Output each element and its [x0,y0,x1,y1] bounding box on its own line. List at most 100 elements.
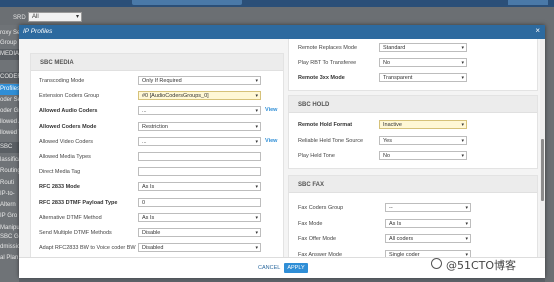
section-header: SBC FAX [289,176,537,193]
field-select[interactable]: No ▾ [379,151,467,160]
field-select[interactable]: -- ▾ [385,203,471,212]
field-label: Remote 3xx Mode [298,75,345,81]
dialog-body: SBC MEDIA Transcoding Mode Only If Requir… [19,39,545,257]
field-select[interactable]: All coders ▾ [385,234,471,243]
sidebar-item[interactable]: Altern [0,200,19,211]
field-select[interactable]: Restriction ▾ [138,121,261,131]
field-value: Disable [142,230,161,236]
view-link[interactable]: View [265,138,277,144]
navigation-sidebar: dia Reroxy SetGroupMEDIACODERSProfilesod… [0,25,19,282]
chevron-down-icon: ▾ [255,230,258,236]
field-select[interactable]: Standard ▾ [379,43,467,52]
field-label: Alternative DTMF Method [39,214,102,221]
sidebar-item[interactable]: Group [0,38,19,49]
section-title: SBC MEDIA [40,60,74,66]
dialog-title: IP Profiles [23,28,53,35]
chevron-down-icon: ▾ [465,205,468,211]
view-link[interactable]: View [265,107,277,113]
field-value: Restriction [142,123,168,130]
field-select[interactable]: #0 [AudioCodersGroups_0] ▾ [138,91,261,101]
field-select[interactable]: Transparent ▾ [379,73,467,82]
close-icon[interactable]: × [535,27,540,35]
sidebar-item[interactable]: oder Se [0,95,19,106]
chevron-down-icon: ▾ [461,75,464,81]
field-select[interactable]: Only If Required ▾ [138,76,261,85]
field-select[interactable]: Yes ▾ [379,135,467,145]
watermark-text: @51CTO博客 [446,259,517,272]
field-label: Play RBT To Transferee [298,60,357,66]
section-header: SBC MEDIA [31,54,283,71]
watermark: @51CTO博客 [431,256,551,276]
chevron-down-icon: ▾ [255,78,258,84]
field-select[interactable]: As Is ▾ [138,212,261,222]
field-select[interactable]: ... ▾ [138,106,261,116]
sidebar-section-header: MEDIA [0,49,19,60]
field-value: #0 [AudioCodersGroups_0] [142,93,209,100]
chevron-down-icon: ▾ [461,122,464,128]
sidebar-item[interactable]: Profiles [0,84,19,95]
scrollbar-thumb[interactable] [541,139,544,201]
sidebar-section-header: SBC [0,142,19,153]
sbc-fax-section: SBC FAX Fax Coders Group -- ▾ Fax Mode As Is… [288,175,538,257]
product-logo [132,0,242,5]
srd-filter-select[interactable]: All ▾ [28,12,82,22]
field-value: As Is [142,214,155,221]
sidebar-item[interactable]: llowed A [0,117,19,128]
field-label: Allowed Video Coders [39,138,94,145]
user-menu[interactable] [508,0,548,5]
field-label: Extension Coders Group [39,93,100,100]
sidebar-item[interactable]: Routi [0,178,19,189]
chevron-down-icon: ▾ [461,45,464,51]
section-header: SBC HOLD [289,96,537,113]
field-label: Direct Media Tag [39,169,81,176]
field-value: ... [142,108,147,115]
chevron-down-icon: ▾ [255,108,258,115]
ip-profiles-dialog: IP Profiles × SBC MEDIA Transcoding Mode… [19,25,545,278]
field-value: -- [389,205,393,211]
dialog-header: IP Profiles × [19,25,545,39]
section-title: SBC HOLD [298,102,330,108]
cancel-button[interactable]: CANCEL [258,263,280,273]
sidebar-item[interactable]: IP Gro [0,211,19,222]
chevron-down-icon: ▾ [465,220,468,227]
sidebar-item[interactable]: oder Gr [0,106,19,117]
field-value: 0 [142,199,146,206]
field-label: Transcoding Mode [39,78,85,84]
watermark-logo-icon [431,258,442,269]
srd-filter-label: SRD [13,15,26,21]
apply-button[interactable]: APPLY [284,263,308,273]
sidebar-item[interactable]: llowed V [0,128,19,139]
field-select[interactable]: As Is ▾ [385,218,471,228]
field-select[interactable]: ... ▾ [138,136,261,146]
field-value: All coders [389,236,414,242]
field-label: Adapt RFC2833 BW to Voice coder BW [39,245,136,252]
field-value: Inactive [383,122,402,128]
field-value: Only If Required [142,78,182,84]
sidebar-item[interactable]: Routing [0,166,19,177]
field-select[interactable]: No ▾ [379,58,467,67]
chevron-down-icon: ▾ [255,93,258,100]
chevron-down-icon: ▾ [255,214,258,221]
chevron-down-icon: ▾ [461,153,464,159]
background-page [545,25,554,282]
sidebar-item[interactable]: al Plan (0) [0,253,19,264]
chevron-down-icon: ▾ [255,184,258,191]
chevron-down-icon: ▾ [255,245,258,252]
field-label: Remote Hold Format [298,122,353,128]
field-select[interactable]: Disable ▾ [138,228,261,237]
field-select[interactable]: As Is ▾ [138,182,261,192]
field-text-input[interactable] [138,167,261,177]
top-navigation-bar [0,0,554,7]
sidebar-item[interactable]: lassifica [0,155,19,166]
field-text-input[interactable]: 0 [138,197,261,207]
sidebar-item[interactable]: IP-to- [0,189,19,200]
field-label: RFC 2833 DTMF Payload Type [39,199,118,206]
sidebar-item[interactable]: dmissio [0,242,19,253]
field-label: Fax Offer Mode [298,236,337,242]
field-select[interactable]: Inactive ▾ [379,120,467,129]
field-value: As Is [389,220,402,227]
field-select[interactable]: Disabled ▾ [138,243,261,253]
sbc-hold-section: SBC HOLD Remote Hold Format Inactive ▾ Reli… [288,95,538,169]
srd-filter-value: All [32,14,39,20]
field-text-input[interactable] [138,152,261,161]
